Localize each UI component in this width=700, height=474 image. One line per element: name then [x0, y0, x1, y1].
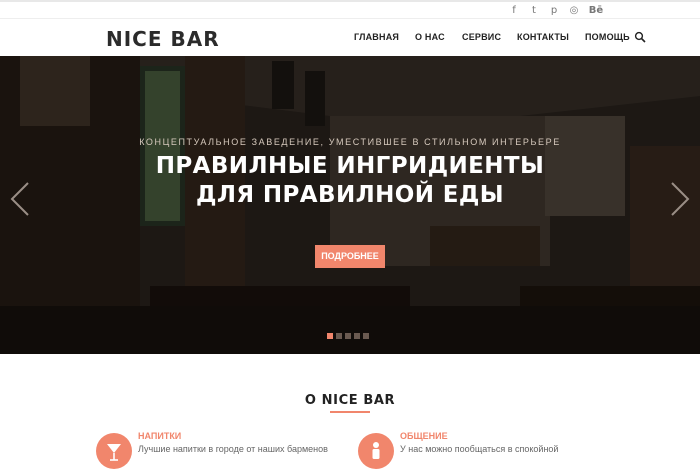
about-section-title: О NICE BAR — [304, 393, 396, 408]
pinterest-icon[interactable]: p — [548, 5, 560, 17]
slider-dot[interactable] — [327, 333, 333, 339]
slider-pagination — [327, 333, 369, 339]
hero-title: ПРАВИЛНЫЕ ИНГРИДИЕНТЫ ДЛЯ ПРАВИЛНОЙ ЕДЫ — [0, 152, 700, 210]
hero-slider: КОНЦЕПТУАЛЬНОЕ ЗАВЕДЕНИЕ, УМЕСТИВШЕЕ В С… — [0, 56, 700, 354]
nav-item-home[interactable]: ГЛАВНАЯ — [354, 32, 415, 42]
title-underline — [330, 411, 370, 413]
feature-title: НАПИТКИ — [138, 431, 182, 441]
hero-title-line-2: ДЛЯ ПРАВИЛНОЙ ЕДЫ — [196, 182, 504, 208]
slider-dot[interactable] — [354, 333, 360, 339]
slider-dot[interactable] — [363, 333, 369, 339]
behance-icon[interactable]: Bē — [588, 5, 604, 17]
twitter-icon[interactable]: t — [528, 5, 540, 17]
hero-title-line-1: ПРАВИЛНЫЕ ИНГРИДИЕНТЫ — [155, 153, 545, 179]
feature-text: Лучшие напитки в городе от наших бармено… — [138, 444, 328, 454]
feature-title: ОБЩЕНИЕ — [400, 431, 448, 441]
slider-dot[interactable] — [345, 333, 351, 339]
person-icon — [358, 433, 394, 469]
slider-dot[interactable] — [336, 333, 342, 339]
feature-text: У нас можно пообщаться в спокойной — [400, 444, 559, 454]
top-bar: f t p ◎ Bē — [0, 0, 700, 18]
nav-item-service[interactable]: СЕРВИС — [462, 32, 517, 42]
social-links: f t p ◎ Bē — [508, 5, 604, 17]
cocktail-icon — [96, 433, 132, 469]
hero-subtitle: КОНЦЕПТУАЛЬНОЕ ЗАВЕДЕНИЕ, УМЕСТИВШЕЕ В С… — [139, 137, 561, 147]
dribbble-icon[interactable]: ◎ — [568, 5, 580, 17]
nav-item-help[interactable]: ПОМОЩЬ — [585, 32, 635, 42]
search-icon[interactable] — [634, 31, 646, 43]
nav-item-about[interactable]: О НАС — [415, 32, 462, 42]
facebook-icon[interactable]: f — [508, 5, 520, 17]
more-button[interactable]: ПОДРОБНЕЕ — [315, 245, 385, 268]
main-navbar: NICE BAR ГЛАВНАЯ О НАС СЕРВИС КОНТАКТЫ П… — [0, 18, 700, 56]
site-logo[interactable]: NICE BAR — [106, 27, 220, 51]
main-menu: ГЛАВНАЯ О НАС СЕРВИС КОНТАКТЫ ПОМОЩЬ — [354, 32, 635, 42]
nav-item-contacts[interactable]: КОНТАКТЫ — [517, 32, 585, 42]
